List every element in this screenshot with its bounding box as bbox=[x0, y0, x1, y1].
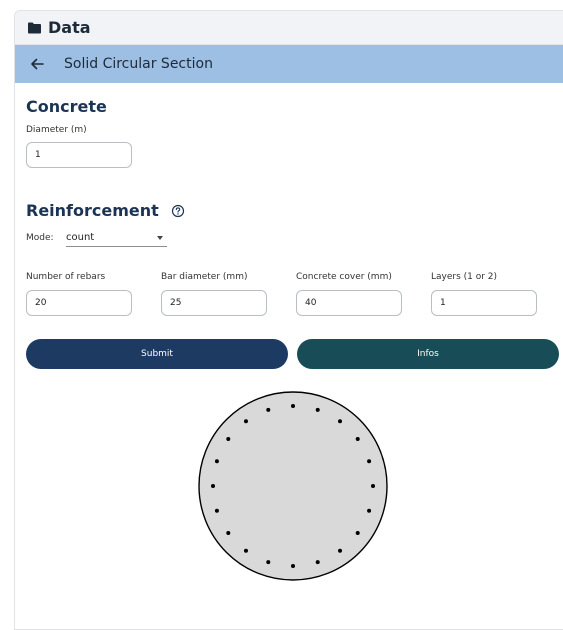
reinforcement-heading: Reinforcement bbox=[26, 201, 159, 220]
rebar-dot bbox=[214, 508, 219, 513]
rebar-dot bbox=[226, 436, 231, 441]
rebar-dot bbox=[266, 560, 271, 565]
rebar-dot bbox=[243, 419, 248, 424]
rebar-dot bbox=[367, 459, 372, 464]
bar-diameter-input[interactable] bbox=[161, 290, 267, 316]
mode-label: Mode: bbox=[26, 233, 54, 243]
section-title: Solid Circular Section bbox=[64, 56, 213, 72]
bar-diameter-label: Bar diameter (mm) bbox=[161, 272, 248, 282]
layers-label: Layers (1 or 2) bbox=[431, 272, 498, 282]
section-bar: Solid Circular Section bbox=[15, 45, 563, 83]
concrete-cover-input[interactable] bbox=[296, 290, 402, 316]
data-header: Data bbox=[15, 11, 563, 45]
concrete-heading: Concrete bbox=[26, 97, 107, 116]
arrow-left-icon[interactable] bbox=[29, 56, 45, 72]
data-title: Data bbox=[48, 18, 91, 37]
rebar-dot bbox=[355, 436, 360, 441]
concrete-section-circle bbox=[198, 391, 388, 581]
section-preview bbox=[198, 391, 388, 581]
layers-input[interactable] bbox=[431, 290, 537, 316]
rebar-dot bbox=[315, 407, 320, 412]
rebar-dot bbox=[226, 531, 231, 536]
rebar-dot bbox=[355, 531, 360, 536]
diameter-label: Diameter (m) bbox=[26, 125, 87, 135]
rebar-count-label: Number of rebars bbox=[26, 272, 106, 282]
data-panel: Data Solid Circular Section Concrete Dia… bbox=[14, 10, 563, 630]
help-circle-icon[interactable] bbox=[171, 204, 185, 218]
rebar-dot bbox=[266, 407, 271, 412]
rebar-dot bbox=[338, 548, 343, 553]
rebar-dot bbox=[211, 484, 215, 488]
rebar-dot bbox=[367, 508, 372, 513]
caret-down-icon bbox=[157, 235, 163, 240]
mode-select[interactable]: count bbox=[66, 229, 167, 247]
rebar-count-input[interactable] bbox=[26, 290, 132, 316]
rebar-dot bbox=[291, 564, 295, 568]
diameter-input[interactable] bbox=[26, 142, 132, 168]
rebar-dot bbox=[371, 484, 375, 488]
rebar-dot bbox=[291, 404, 295, 408]
rebar-dot bbox=[338, 419, 343, 424]
rebar-dot bbox=[315, 560, 320, 565]
folder-icon bbox=[28, 22, 41, 34]
rebar-dot bbox=[243, 548, 248, 553]
rebar-dot bbox=[214, 459, 219, 464]
concrete-cover-label: Concrete cover (mm) bbox=[296, 272, 392, 282]
mode-value: count bbox=[66, 232, 95, 243]
infos-button[interactable]: Infos bbox=[297, 339, 559, 369]
reinforcement-heading-row: Reinforcement bbox=[26, 201, 185, 220]
submit-button[interactable]: Submit bbox=[26, 339, 288, 369]
